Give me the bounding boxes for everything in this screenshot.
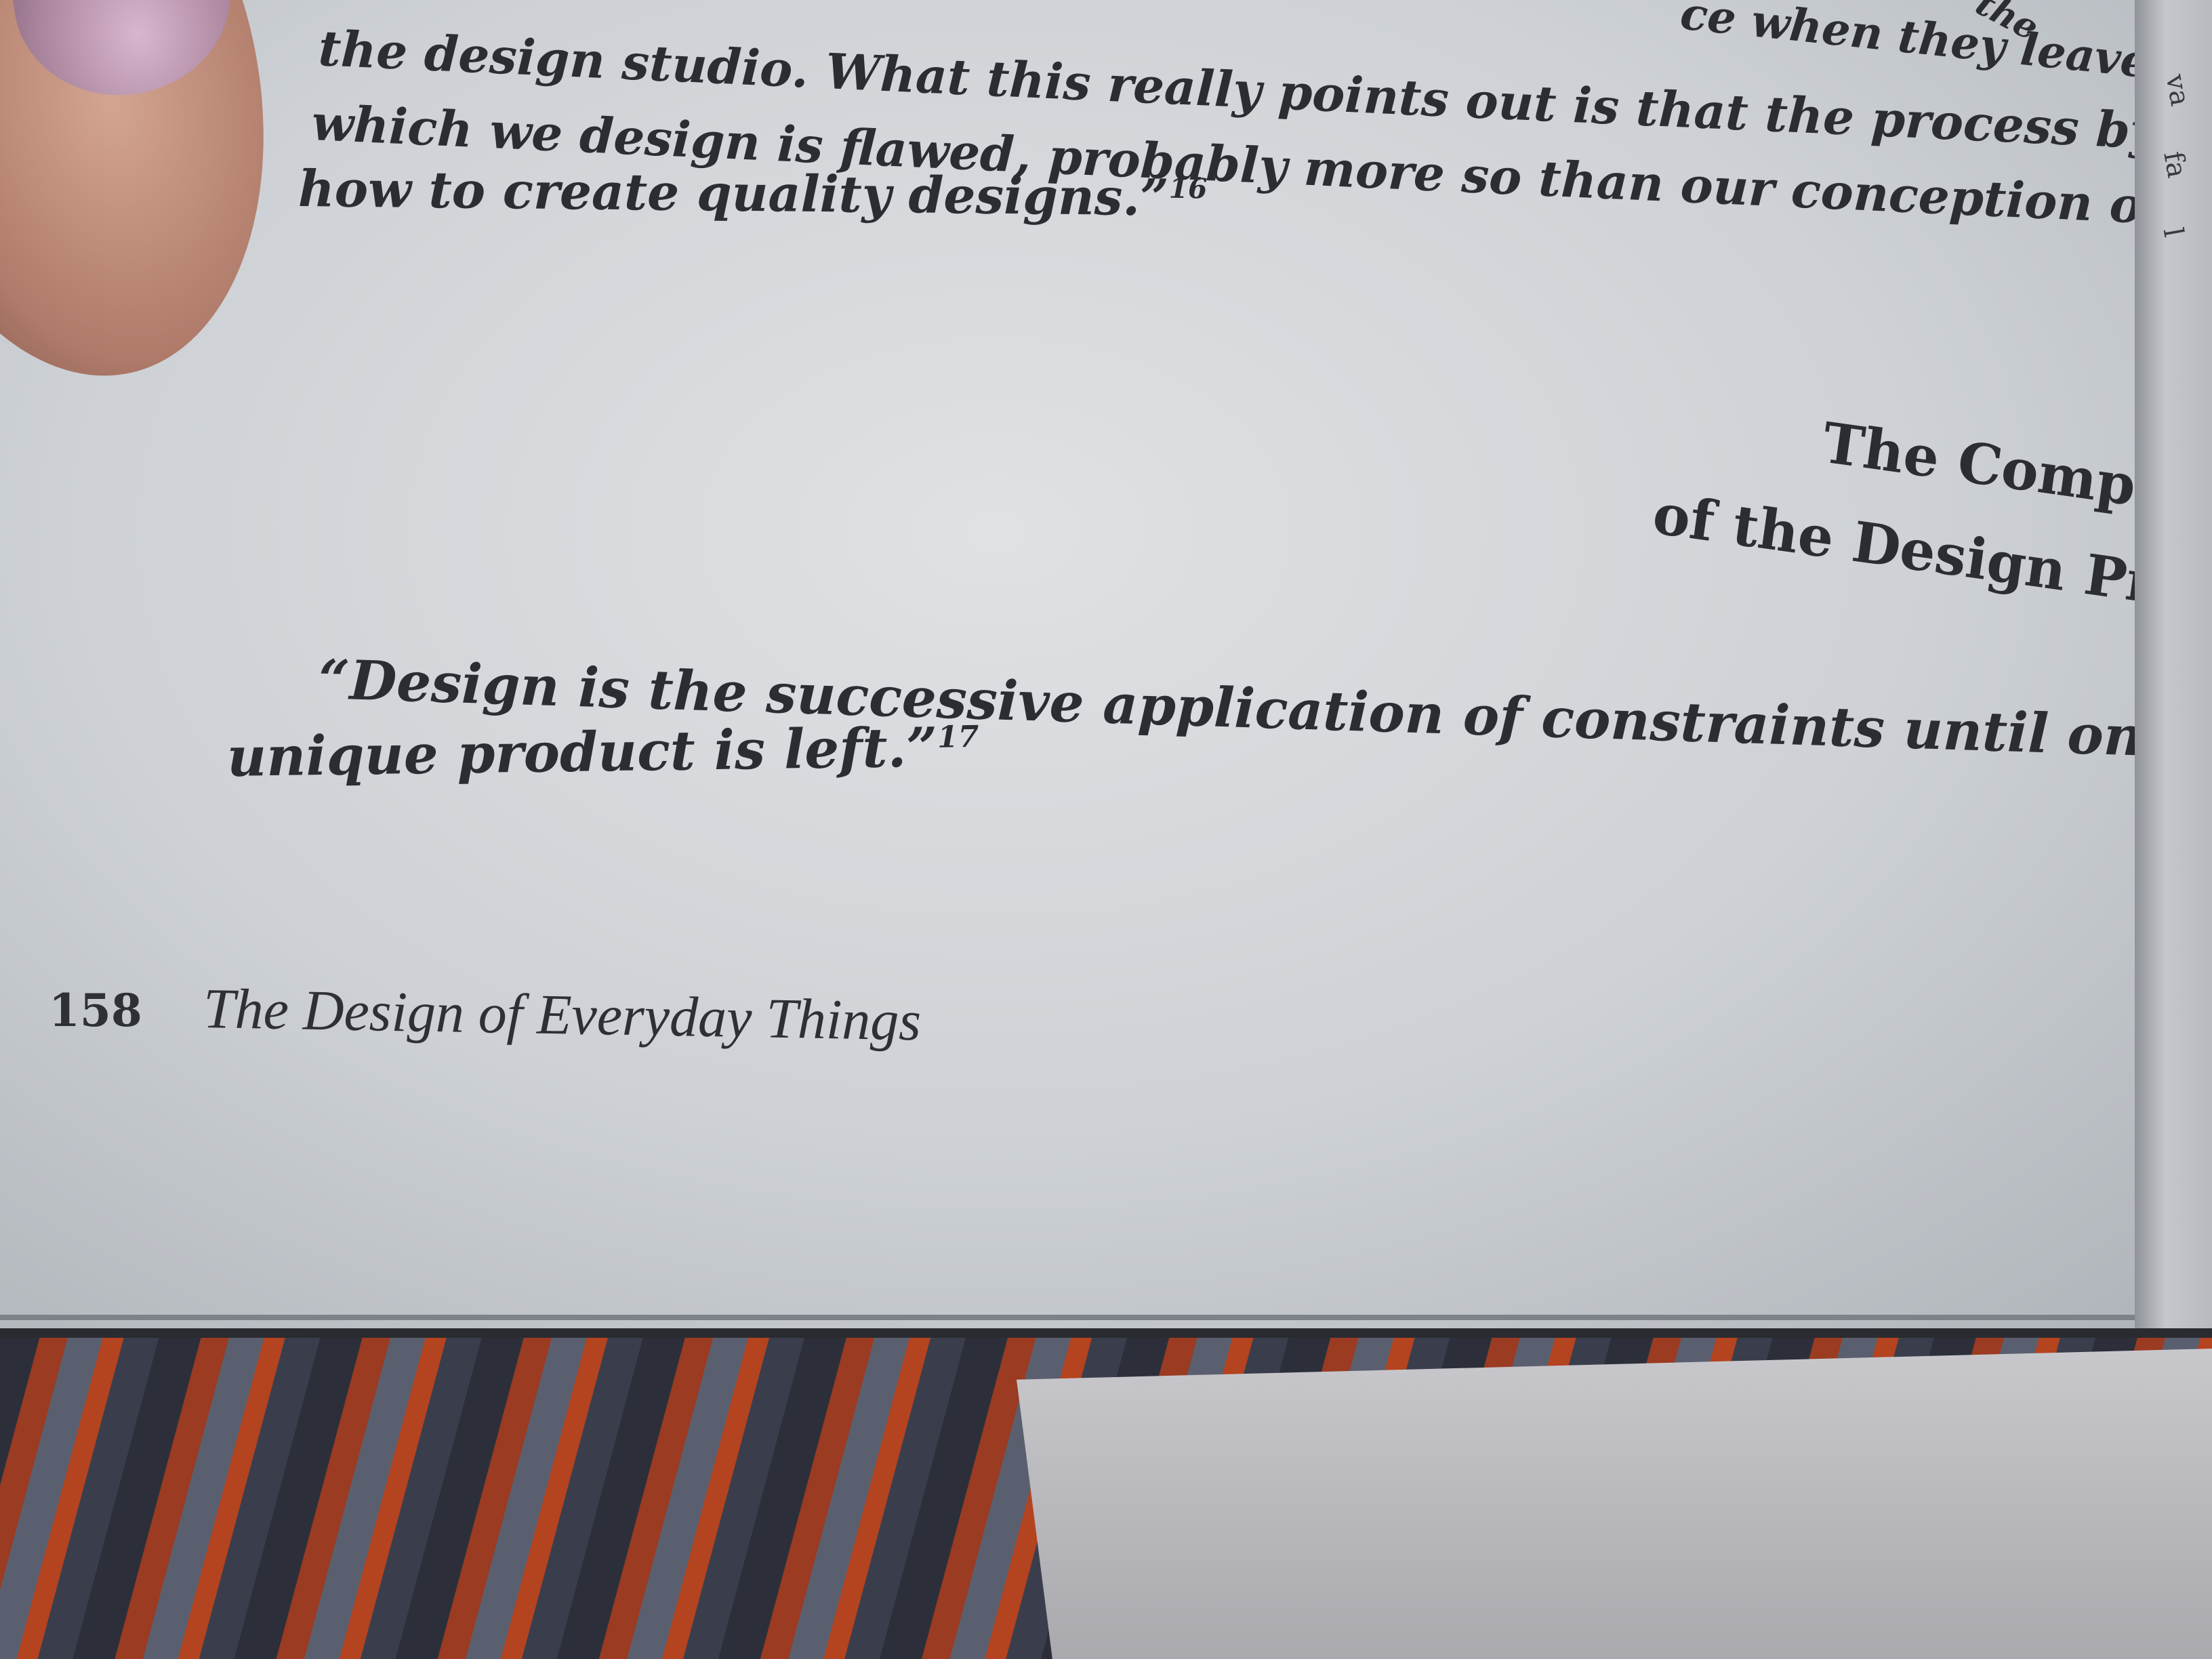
quote-line-2-text: unique product is left.” xyxy=(226,715,938,789)
footnote-17: 17 xyxy=(937,719,979,755)
passage-fragment-right: ce when they leave xyxy=(1677,0,2152,89)
photo-scene: ce when they leave the the design studio… xyxy=(0,0,2212,1659)
grey-fabric xyxy=(1017,1349,2212,1659)
quote-line-2: unique product is left.”17 xyxy=(226,715,979,789)
page-edge xyxy=(0,1315,2212,1320)
footnote-16: 16 xyxy=(1168,171,1208,205)
passage-line-3: how to create quality designs.”16 xyxy=(298,160,1208,228)
facing-page-edge: va fa l xyxy=(2135,0,2212,1328)
facing-page-fragment-3: l xyxy=(2156,225,2190,240)
facing-page-fragment-2: fa xyxy=(2157,148,2193,181)
running-title: The Design of Everyday Things xyxy=(203,977,922,1053)
page-number: 158 xyxy=(49,984,142,1037)
book-page: ce when they leave the the design studio… xyxy=(0,0,2212,1338)
passage-line-3-text: how to create quality designs.” xyxy=(298,160,1170,228)
facing-page-fragment-1: va xyxy=(2159,72,2196,108)
